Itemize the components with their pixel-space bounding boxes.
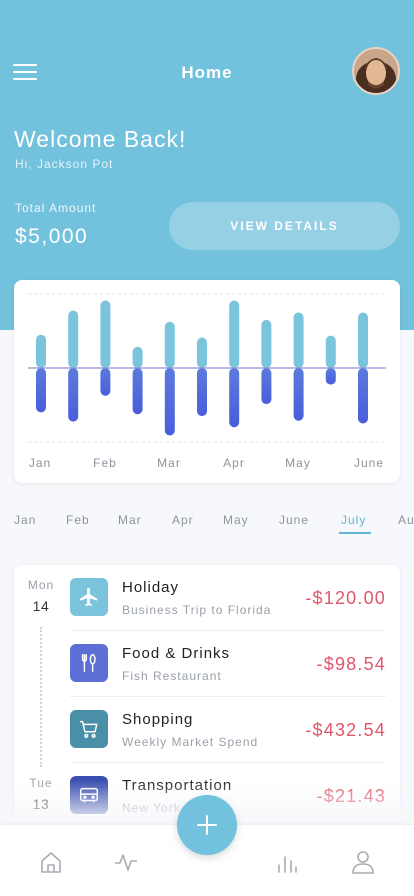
transaction-title: Food & Drinks bbox=[122, 645, 231, 662]
expense-bar bbox=[325, 368, 336, 385]
transaction-subtitle: Business Trip to Florida bbox=[122, 603, 272, 617]
activity-icon[interactable] bbox=[113, 849, 139, 875]
month-tab-apr[interactable]: Apr bbox=[172, 513, 194, 527]
avatar[interactable] bbox=[352, 47, 400, 95]
month-tab-may[interactable]: May bbox=[223, 513, 249, 527]
add-button[interactable] bbox=[177, 795, 237, 855]
add-icon bbox=[197, 815, 217, 835]
x-tick-label: June bbox=[354, 456, 384, 470]
expense-bar bbox=[132, 368, 143, 415]
month-tab-feb[interactable]: Feb bbox=[66, 513, 90, 527]
timeline-line bbox=[40, 627, 42, 767]
airplane-icon bbox=[70, 578, 108, 616]
cutlery-icon bbox=[70, 644, 108, 682]
income-bar bbox=[164, 321, 175, 368]
transaction-subtitle: Fish Restaurant bbox=[122, 669, 222, 683]
month-tab-june[interactable]: June bbox=[279, 513, 309, 527]
day-number: 14 bbox=[32, 598, 50, 614]
expense-bar bbox=[358, 368, 368, 424]
expense-bar bbox=[229, 368, 240, 428]
transaction-amount: -$120.00 bbox=[305, 588, 386, 608]
transaction-subtitle: Weekly Market Spend bbox=[122, 735, 259, 749]
total-amount-value: $5,000 bbox=[15, 225, 89, 248]
month-tabs: Jan Feb Mar Apr May June July Aug bbox=[0, 510, 414, 540]
x-tick-label: Jan bbox=[29, 456, 51, 470]
x-tick-label: May bbox=[285, 456, 311, 470]
income-bar bbox=[229, 300, 240, 368]
income-bar bbox=[132, 346, 143, 368]
expense-bar bbox=[197, 368, 207, 417]
view-details-button[interactable]: VIEW DETAILS bbox=[169, 202, 400, 250]
month-tab-aug[interactable]: Aug bbox=[398, 513, 414, 527]
transaction-title: Shopping bbox=[122, 711, 194, 728]
income-bar bbox=[197, 337, 207, 368]
transaction-row-holiday[interactable]: Holiday Business Trip to Florida -$120.0… bbox=[70, 565, 386, 631]
day-group-tue: Tue 13 bbox=[14, 776, 68, 812]
income-bar bbox=[325, 335, 336, 368]
income-bar bbox=[293, 312, 304, 368]
active-month-indicator bbox=[339, 532, 371, 534]
day-name: Mon bbox=[27, 578, 55, 592]
x-tick-label: Mar bbox=[157, 456, 181, 470]
income-bar bbox=[261, 319, 272, 368]
transaction-row-food[interactable]: Food & Drinks Fish Restaurant -$98.54 bbox=[70, 631, 386, 697]
transaction-amount: -$432.54 bbox=[305, 720, 386, 740]
expense-bar bbox=[293, 368, 304, 421]
expense-bar bbox=[36, 368, 46, 413]
transaction-amount: -$21.43 bbox=[316, 786, 386, 806]
x-tick-label: Feb bbox=[93, 456, 117, 470]
expense-bar bbox=[100, 368, 111, 396]
welcome-heading: Welcome Back! bbox=[14, 126, 187, 152]
cart-icon bbox=[70, 710, 108, 748]
day-number: 13 bbox=[32, 796, 50, 812]
month-tab-mar[interactable]: Mar bbox=[118, 513, 142, 527]
day-name: Tue bbox=[29, 776, 53, 790]
month-tab-july[interactable]: July bbox=[341, 513, 366, 527]
income-bar bbox=[100, 300, 111, 368]
income-bar bbox=[68, 310, 79, 368]
transaction-title: Transportation bbox=[122, 777, 233, 794]
home-icon[interactable] bbox=[38, 849, 64, 875]
expense-bar bbox=[261, 368, 272, 405]
chart-card: Jan Feb Mar Apr May June bbox=[14, 280, 400, 483]
bus-icon bbox=[70, 776, 108, 814]
stats-icon[interactable] bbox=[274, 849, 300, 875]
monthly-bar-chart: Jan Feb Mar Apr May June bbox=[28, 293, 386, 470]
total-amount-label: Total Amount bbox=[15, 201, 97, 215]
expense-bar bbox=[68, 368, 79, 422]
income-bar bbox=[36, 334, 46, 368]
transaction-title: Holiday bbox=[122, 579, 180, 596]
transaction-subtitle: New York bbox=[122, 801, 181, 815]
x-tick-label: Apr bbox=[223, 456, 245, 470]
profile-icon[interactable] bbox=[350, 849, 376, 875]
income-bar bbox=[358, 312, 368, 368]
expense-bar bbox=[164, 368, 175, 436]
transaction-amount: -$98.54 bbox=[316, 654, 386, 674]
transaction-row-shopping[interactable]: Shopping Weekly Market Spend -$432.54 bbox=[70, 697, 386, 763]
day-group-mon: Mon 14 bbox=[14, 578, 68, 614]
greeting-text: Hi, Jackson Pot bbox=[15, 157, 114, 171]
month-tab-jan[interactable]: Jan bbox=[14, 513, 36, 527]
